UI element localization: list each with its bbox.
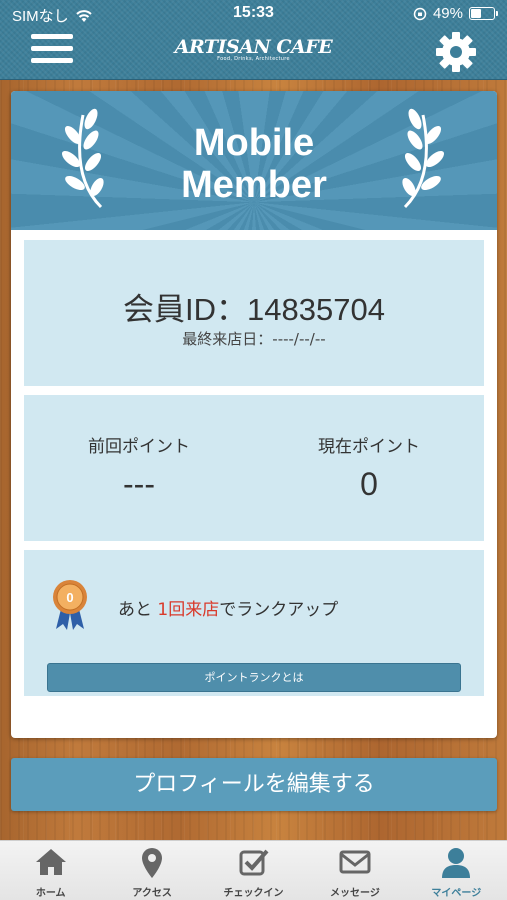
tab-access[interactable]: アクセス	[101, 841, 202, 900]
tab-label: チェックイン	[223, 888, 284, 899]
edit-profile-button[interactable]: プロフィールを編集する	[11, 758, 497, 811]
orientation-lock-icon	[413, 7, 427, 20]
home-icon	[35, 849, 66, 875]
member-card: Mobile Member 会員ID：14835704 最終来店日：----/-…	[11, 91, 497, 738]
tab-checkin[interactable]: チェックイン	[203, 841, 304, 900]
mobile-member-banner: Mobile Member	[11, 91, 497, 230]
current-points-label: 現在ポイント	[318, 437, 420, 457]
user-icon	[442, 848, 471, 878]
envelope-icon	[339, 850, 371, 874]
svg-text:0: 0	[66, 590, 73, 605]
point-rank-info-button[interactable]: ポイントランクとは	[47, 663, 461, 692]
member-id-panel: 会員ID：14835704 最終来店日：----/--/--	[24, 240, 484, 386]
status-bar: SIMなし 15:33 49%	[0, 0, 507, 28]
gear-icon[interactable]	[435, 31, 477, 73]
current-points-value: 0	[360, 466, 378, 502]
tab-label: ホーム	[35, 888, 66, 899]
app-header: SIMなし 15:33 49% ARTISAN CAFE Food, Drink…	[0, 0, 507, 80]
location-pin-icon	[142, 848, 163, 878]
previous-points-value: ---	[123, 466, 155, 502]
member-id: 会員ID：14835704	[123, 292, 385, 327]
last-visit-date: 最終来店日：----/--/--	[182, 330, 326, 348]
points-panel: 前回ポイント --- 現在ポイント 0	[24, 395, 484, 541]
checkin-icon	[239, 849, 269, 876]
visits-remaining: 1回来店	[157, 600, 220, 620]
battery-icon	[469, 7, 498, 20]
bottom-tab-bar: ホーム アクセス チェックイン メッセージ マイページ	[0, 840, 507, 900]
tab-message[interactable]: メッセージ	[304, 841, 405, 900]
rank-panel: 0 あと 1回来店でランクアップ ポイントランクとは	[24, 550, 484, 696]
tab-mypage[interactable]: マイページ	[406, 841, 507, 900]
tab-label: メッセージ	[330, 888, 380, 899]
previous-points-label: 前回ポイント	[88, 437, 190, 457]
tab-label: マイページ	[431, 888, 482, 899]
artisan-cafe-logo: ARTISAN CAFE Food, Drinks, Architecture	[174, 36, 333, 62]
laurel-right-icon	[402, 108, 445, 209]
tab-home[interactable]: ホーム	[0, 841, 101, 900]
rank-up-message: あと 1回来店でランクアップ	[118, 600, 339, 620]
medal-icon: 0	[53, 580, 87, 630]
battery-percent: 49%	[432, 5, 463, 22]
tab-label: アクセス	[132, 888, 172, 899]
